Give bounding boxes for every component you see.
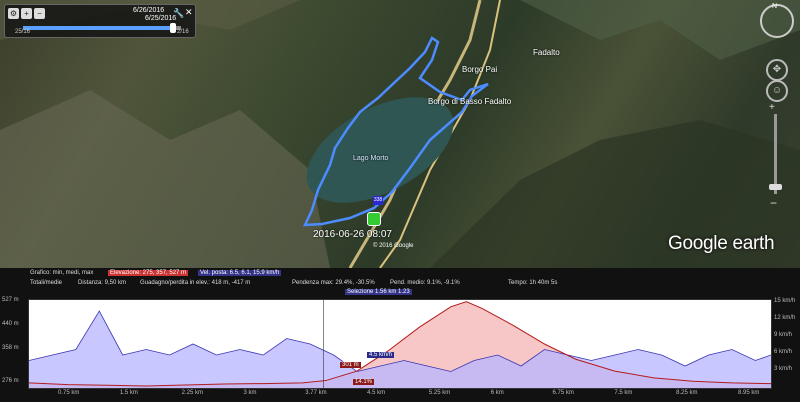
place-label-lago[interactable]: Lago Morto <box>353 155 388 162</box>
x-tick-label: 6.75 km <box>552 390 574 396</box>
totals-label: Totali/medie <box>30 280 63 286</box>
y-right-tick: 15 km/h <box>774 298 796 304</box>
distance-stat: Distanza: 9,50 km <box>78 280 127 286</box>
x-tick-label: 3.77 km <box>305 390 327 396</box>
slope-readout: 14.1% <box>353 379 375 385</box>
elevation-profile-panel: Grafico: min, medi, max Elevazione: 275,… <box>0 268 800 402</box>
x-tick-label: 4.5 km <box>367 390 386 396</box>
track-marker[interactable]: 338 <box>373 196 383 205</box>
time-label-start: 25/16 <box>15 29 31 35</box>
zoom-out-time-icon[interactable]: − <box>34 8 45 19</box>
graph-label: Grafico: min, medi, max <box>30 270 94 276</box>
time-track[interactable] <box>23 23 181 33</box>
copyright: © 2016 Google <box>373 243 414 249</box>
x-tick-label: 8.25 km <box>676 390 698 396</box>
y-left-tick: 440 m <box>2 321 19 327</box>
speed-readout: 4.5 km/h <box>367 352 395 358</box>
time-slider[interactable]: ⚙ + − 6/26/2016 6/25/2016 🔧 ✕ 25/16 2/16 <box>4 4 196 38</box>
gain-loss-stat: Guadagno/perdita in elev.: 418 m, -417 m <box>140 280 251 286</box>
x-tick-label: 3 km <box>243 390 257 396</box>
y-right-tick: 12 km/h <box>774 315 796 321</box>
x-tick-label: 6 km <box>490 390 504 396</box>
y-left-tick: 358 m <box>2 345 19 351</box>
selection-label: Selezione 1.56 km 1.23 <box>345 289 412 295</box>
elevation-readout: 301 m <box>340 362 361 368</box>
x-tick-label: 2.25 km <box>181 390 203 396</box>
y-left-tick: 527 m <box>2 297 19 303</box>
close-icon[interactable]: ✕ <box>185 7 193 18</box>
zoom-slider[interactable] <box>774 114 777 194</box>
time-fill <box>23 26 174 30</box>
zoom-out-icon[interactable]: − <box>770 196 777 210</box>
y-right-tick: 3 km/h <box>774 366 793 372</box>
profile-chart <box>29 300 771 388</box>
satellite-terrain <box>0 0 800 268</box>
x-tick-label: 8.95 km <box>738 390 760 396</box>
wrench-icon[interactable]: 🔧 <box>173 8 184 19</box>
speed-stats[interactable]: Vel. posta: 6.5, 6.1, 15.9 km/h <box>198 270 282 276</box>
y-right-tick: 6 km/h <box>774 349 793 355</box>
google-earth-logo: Google earth <box>668 233 775 254</box>
max-slope-stat: Pendenza max: 29.4%, -30.5% <box>292 280 375 286</box>
north-label: N <box>772 3 778 10</box>
y-right-tick: 9 km/h <box>774 332 793 338</box>
street-view-icon[interactable]: ☺ <box>766 80 788 102</box>
cursor-marker-icon[interactable] <box>367 212 381 226</box>
zoom-in-icon[interactable]: + <box>769 102 775 113</box>
look-icon[interactable]: ✥ <box>766 59 788 81</box>
time-thumb[interactable] <box>170 23 177 33</box>
place-label-fadalto[interactable]: Fadalto <box>533 48 560 57</box>
x-tick-label: 0.75 km <box>58 390 80 396</box>
x-tick-label: 1.5 km <box>119 390 138 396</box>
zoom-in-time-icon[interactable]: + <box>21 8 32 19</box>
time-date-bottom: 6/25/2016 <box>145 15 177 22</box>
navigation-controls[interactable]: N ✥ ☺ + − <box>758 3 796 224</box>
place-label-borgo-pai[interactable]: Borgo Pai <box>462 65 497 74</box>
y-left-tick: 276 m <box>2 378 19 384</box>
time-date-top: 6/26/2016 <box>133 7 165 14</box>
x-tick-label: 7.5 km <box>614 390 633 396</box>
avg-slope-stat: Pend. medio: 9.1%, -9.1% <box>390 280 460 286</box>
zoom-thumb[interactable] <box>769 184 782 190</box>
elevation-stats[interactable]: Elevazione: 275, 357, 527 m <box>108 270 189 276</box>
x-tick-label: 5.25 km <box>428 390 451 396</box>
place-label-borgo-basso[interactable]: Borgo di Basso Fadalto <box>428 97 511 106</box>
profile-plot[interactable]: 301 m 4.5 km/h 14.1% <box>28 299 772 389</box>
time-settings-icon[interactable]: ⚙ <box>8 8 19 19</box>
map-view[interactable]: ⚙ + − 6/26/2016 6/25/2016 🔧 ✕ 25/16 2/16… <box>0 0 800 268</box>
time-label-end: 2/16 <box>177 29 189 35</box>
time-stat: Tempo: 1h 40m 5s <box>508 280 558 286</box>
cursor-timestamp: 2016-06-26 08:07 <box>313 229 392 240</box>
